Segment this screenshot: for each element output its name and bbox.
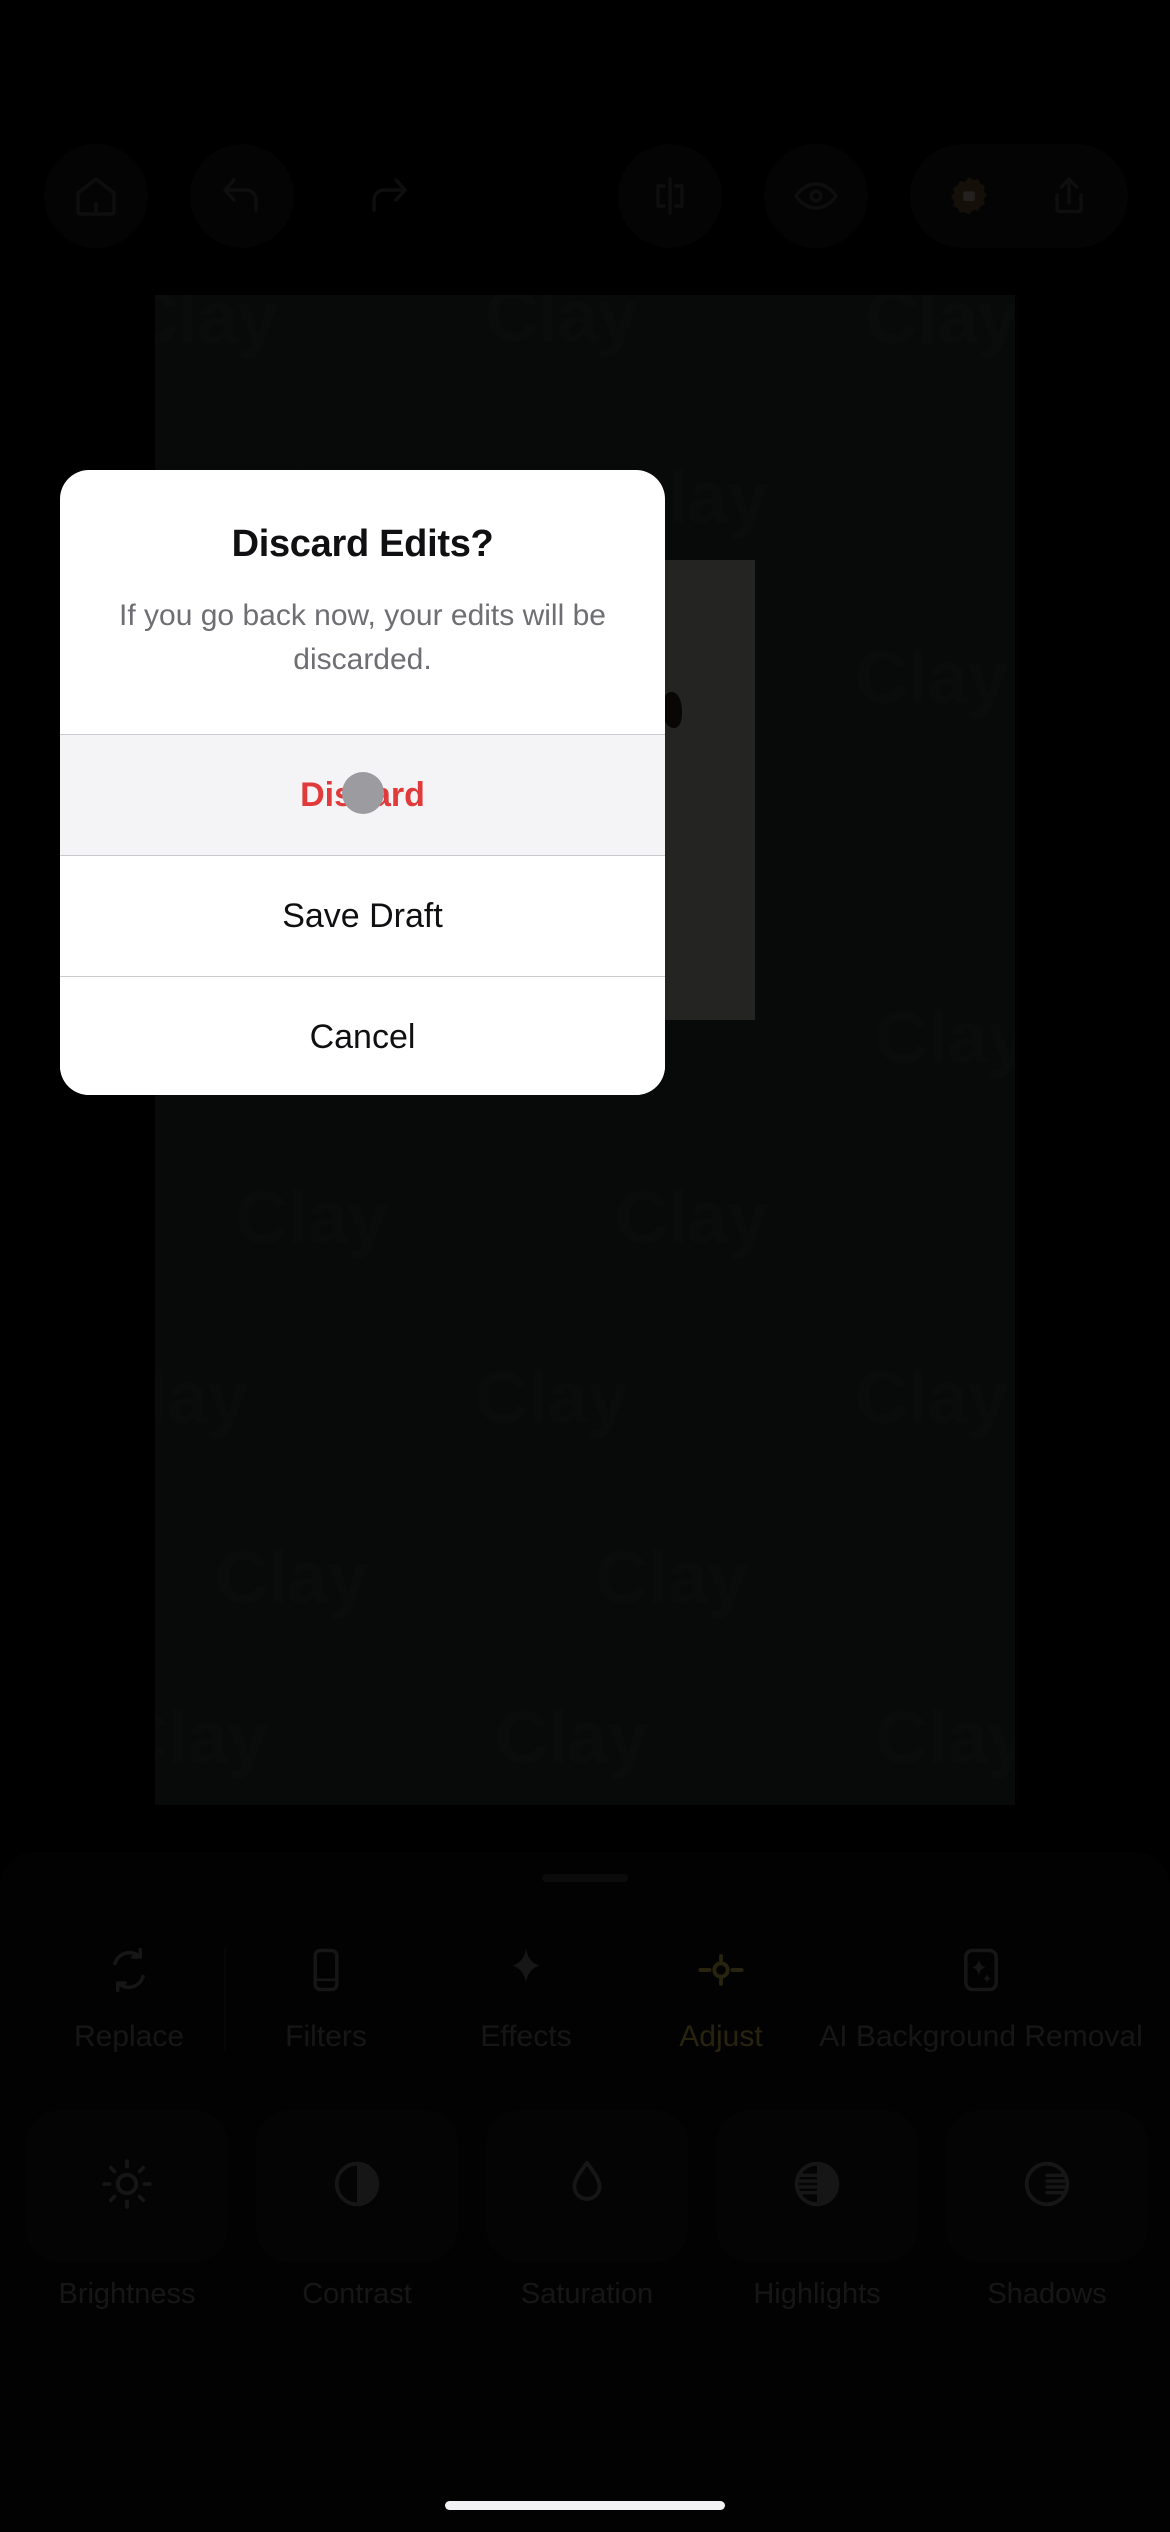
save-draft-button[interactable]: Save Draft	[60, 855, 665, 976]
modal-scrim[interactable]	[0, 0, 1170, 2532]
dialog-header: Discard Edits? If you go back now, your …	[60, 470, 665, 734]
discard-edits-dialog: Discard Edits? If you go back now, your …	[60, 470, 665, 1095]
save-draft-button-label: Save Draft	[282, 896, 443, 935]
dialog-message: If you go back now, your edits will be d…	[119, 599, 606, 676]
cancel-button-label: Cancel	[309, 1017, 416, 1056]
cancel-button[interactable]: Cancel	[60, 976, 665, 1095]
dialog-title: Discard Edits?	[231, 523, 494, 565]
phone-screen: Clay Clay Clay Clay Clay Clay Clay Clay …	[0, 0, 1170, 2532]
home-indicator[interactable]	[445, 2501, 725, 2510]
discard-button[interactable]: Discard	[60, 734, 665, 855]
touch-indicator	[341, 771, 384, 814]
